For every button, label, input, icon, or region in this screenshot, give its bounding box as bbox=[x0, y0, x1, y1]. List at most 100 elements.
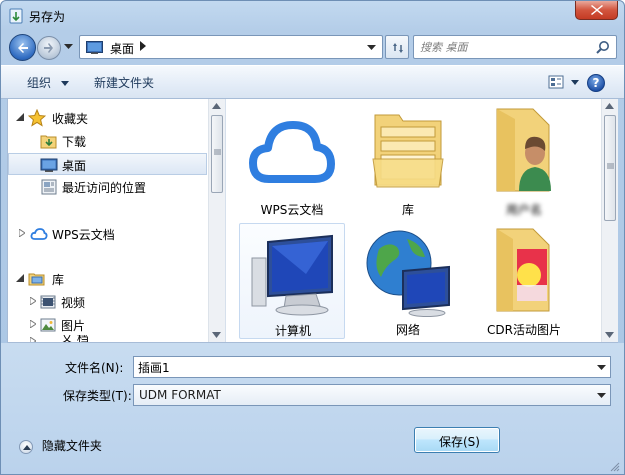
navigation-bar: 桌面 bbox=[1, 31, 624, 63]
search-box[interactable] bbox=[413, 35, 617, 59]
file-item-wps-cloud[interactable]: WPS云文档 bbox=[239, 103, 345, 219]
view-options-icon[interactable] bbox=[548, 74, 566, 90]
organize-button[interactable]: 组织 bbox=[27, 74, 69, 91]
help-button[interactable]: ? bbox=[587, 74, 605, 92]
nav-label-libraries: 库 bbox=[52, 273, 65, 287]
nav-item-wps-cloud[interactable]: WPS云文档 bbox=[8, 223, 208, 245]
nav-item-desktop[interactable]: 桌面 bbox=[8, 153, 207, 175]
downloads-folder-icon bbox=[40, 135, 57, 149]
save-dialog-icon bbox=[9, 8, 23, 24]
nav-item-downloads[interactable]: 下载 bbox=[8, 130, 208, 152]
refresh-button[interactable] bbox=[385, 35, 409, 59]
chevron-down-icon bbox=[60, 81, 69, 86]
expand-arrow-icon[interactable] bbox=[30, 297, 36, 305]
save-button[interactable]: 保存(S) bbox=[414, 427, 500, 453]
resize-grip-icon[interactable] bbox=[610, 462, 620, 472]
scroll-up-icon[interactable] bbox=[605, 103, 614, 109]
file-label: WPS云文档 bbox=[260, 203, 324, 217]
address-bar[interactable]: 桌面 bbox=[79, 35, 383, 59]
title-bar: 另存为 bbox=[1, 1, 624, 31]
filetype-select[interactable]: UDM FORMAT bbox=[133, 384, 611, 406]
file-item-computer[interactable]: 计算机 bbox=[239, 223, 345, 339]
expand-arrow-icon[interactable] bbox=[19, 229, 25, 237]
file-item-user-folder[interactable]: 用户名 bbox=[471, 103, 577, 219]
filename-label: 文件名(N): bbox=[65, 361, 124, 375]
filename-chevron-down-icon[interactable] bbox=[597, 365, 606, 371]
save-button-label: 保存(S) bbox=[439, 435, 480, 449]
nav-label-downloads: 下载 bbox=[62, 135, 87, 149]
filename-field[interactable] bbox=[133, 356, 611, 378]
star-icon bbox=[28, 109, 46, 127]
filetype-chevron-down-icon[interactable] bbox=[597, 393, 606, 399]
nav-item-documents-partial[interactable]: 文 档 bbox=[8, 335, 208, 342]
expand-arrow-icon[interactable] bbox=[30, 320, 36, 328]
hide-folders-toggle[interactable]: 隐藏文件夹 bbox=[19, 437, 102, 454]
nav-label-pictures: 图片 bbox=[61, 319, 86, 333]
scrollbar-thumb[interactable] bbox=[604, 115, 616, 221]
file-item-library[interactable]: 库 bbox=[355, 103, 461, 219]
network-icon bbox=[366, 230, 450, 317]
file-label: 库 bbox=[401, 203, 414, 217]
nav-item-libraries[interactable]: 库 bbox=[8, 268, 208, 290]
user-folder-icon bbox=[496, 108, 551, 192]
filetype-value: UDM FORMAT bbox=[139, 388, 221, 402]
nav-label-documents: 文 档 bbox=[61, 335, 89, 342]
navigation-pane: 收藏夹 下载 桌面 最近访问的位置 WPS云文档 库 视频 图片 文 档 bbox=[8, 99, 226, 342]
file-label: 用户名 bbox=[505, 203, 542, 217]
cloud-icon bbox=[30, 228, 48, 240]
cloud-icon bbox=[249, 121, 335, 183]
nav-item-recent-places[interactable]: 最近访问的位置 bbox=[8, 176, 208, 198]
search-icon[interactable] bbox=[596, 40, 610, 54]
desktop-folder-icon bbox=[86, 41, 103, 54]
close-icon bbox=[591, 5, 603, 15]
filetype-label: 保存类型(T): bbox=[63, 389, 132, 403]
filename-input[interactable] bbox=[138, 359, 588, 375]
chevron-up-icon bbox=[19, 439, 33, 454]
grip-lines-icon bbox=[214, 149, 221, 155]
recent-places-icon bbox=[41, 179, 57, 195]
computer-icon bbox=[251, 234, 333, 316]
file-list: WPS云文档 库 用户名 计算机 网络 CDR活动图片 bbox=[226, 99, 601, 342]
nav-label-wps-cloud: WPS云文档 bbox=[52, 228, 115, 242]
scroll-down-icon[interactable] bbox=[212, 332, 221, 338]
file-label: CDR活动图片 bbox=[487, 323, 561, 337]
back-button[interactable] bbox=[9, 34, 36, 61]
address-chevron-down-icon[interactable] bbox=[367, 45, 376, 51]
file-list-scrollbar[interactable] bbox=[601, 99, 618, 342]
file-item-cdr-images[interactable]: CDR活动图片 bbox=[471, 223, 577, 339]
new-folder-button[interactable]: 新建文件夹 bbox=[94, 74, 154, 91]
nav-item-videos[interactable]: 视频 bbox=[8, 291, 208, 313]
breadcrumb-chevron-right-icon[interactable] bbox=[140, 41, 146, 51]
library-icon bbox=[28, 273, 45, 286]
navigation-scrollbar[interactable] bbox=[208, 99, 225, 342]
nav-label-videos: 视频 bbox=[61, 296, 86, 310]
recent-pages-chevron-down-icon[interactable] bbox=[64, 44, 73, 50]
search-input[interactable] bbox=[420, 39, 590, 55]
expand-arrow-icon[interactable] bbox=[30, 337, 36, 342]
address-path[interactable]: 桌面 bbox=[110, 40, 134, 57]
nav-label-favorites: 收藏夹 bbox=[52, 112, 89, 126]
grip-lines-icon bbox=[607, 163, 614, 169]
collapse-arrow-icon[interactable] bbox=[16, 113, 24, 121]
close-button[interactable] bbox=[575, 1, 618, 20]
file-item-network[interactable]: 网络 bbox=[355, 223, 461, 339]
forward-button[interactable] bbox=[37, 36, 61, 60]
view-chevron-down-icon[interactable] bbox=[571, 80, 579, 85]
hide-folders-label: 隐藏文件夹 bbox=[41, 439, 102, 453]
scroll-down-icon[interactable] bbox=[605, 332, 614, 338]
save-options-panel: 文件名(N): 保存类型(T): UDM FORMAT 隐藏文件夹 保存(S) bbox=[1, 343, 624, 474]
nav-item-favorites[interactable]: 收藏夹 bbox=[8, 107, 208, 129]
collapse-arrow-icon[interactable] bbox=[16, 274, 24, 282]
save-as-dialog: 另存为 桌面 搜索 桌面 组织 新建文件夹 ? 收藏夹 下载 桌面 最近访问的位… bbox=[0, 0, 625, 475]
command-toolbar: 组织 新建文件夹 ? bbox=[1, 65, 624, 99]
file-label: 计算机 bbox=[274, 324, 311, 338]
nav-label-recent-places: 最近访问的位置 bbox=[62, 181, 147, 195]
scrollbar-thumb[interactable] bbox=[211, 115, 223, 193]
content-area: 收藏夹 下载 桌面 最近访问的位置 WPS云文档 库 视频 图片 文 档 WPS… bbox=[7, 99, 618, 343]
nav-item-pictures[interactable]: 图片 bbox=[8, 314, 208, 336]
file-label: 网络 bbox=[395, 323, 420, 337]
organize-label: 组织 bbox=[27, 76, 52, 90]
scroll-up-icon[interactable] bbox=[212, 103, 221, 109]
pictures-icon bbox=[40, 318, 56, 332]
window-title: 另存为 bbox=[29, 10, 66, 24]
